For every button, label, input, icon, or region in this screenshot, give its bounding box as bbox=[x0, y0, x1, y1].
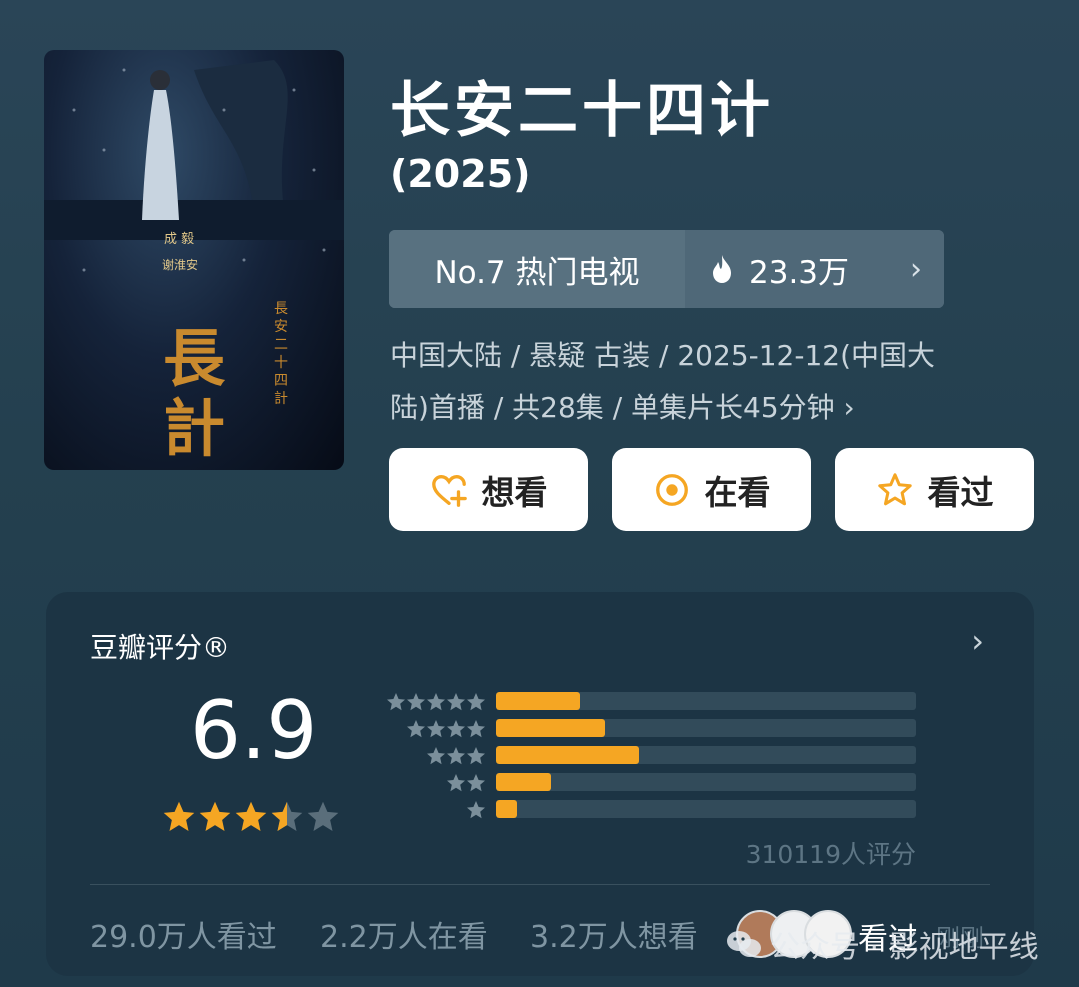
meta-line-2: 陆)首播 / 共28集 / 单集片长45分钟 › bbox=[390, 391, 855, 424]
poster-role: 谢淮安 bbox=[162, 258, 199, 272]
star-icon bbox=[467, 747, 485, 765]
watched-label: 看过 bbox=[927, 472, 994, 512]
heat-value: 23.3万 bbox=[749, 254, 850, 291]
distribution-bar-1 bbox=[496, 800, 517, 818]
star-icon bbox=[407, 720, 425, 738]
distribution-track bbox=[496, 746, 916, 764]
svg-text:計: 計 bbox=[163, 392, 225, 465]
watching-label: 在看 bbox=[704, 472, 771, 512]
heat-section[interactable]: 23.3万 › bbox=[685, 230, 944, 308]
distribution-stars bbox=[446, 773, 486, 793]
watching-count[interactable]: 2.2万人在看 bbox=[320, 912, 488, 956]
star-icon bbox=[447, 693, 465, 711]
star-icon bbox=[235, 801, 267, 831]
rating-stars bbox=[162, 800, 340, 834]
star-icon bbox=[467, 693, 485, 711]
distribution-track bbox=[496, 773, 916, 791]
distribution-row-2 bbox=[376, 773, 966, 793]
movie-meta[interactable]: 中国大陆 / 悬疑 古装 / 2025-12-12(中国大 陆)首播 / 共28… bbox=[390, 330, 1030, 434]
movie-title: 长安二十四计 bbox=[390, 76, 774, 146]
distribution-stars bbox=[466, 800, 486, 820]
distribution-track bbox=[496, 800, 916, 818]
rank-label[interactable]: No.7 热门电视 bbox=[389, 230, 685, 308]
poster-image[interactable]: 長 計 成 毅 谢淮安 長安二十四計 bbox=[44, 50, 344, 470]
rating-score: 6.9 bbox=[190, 684, 318, 777]
poster-cast: 成 毅 bbox=[164, 232, 195, 247]
distribution-bar-4 bbox=[496, 719, 606, 737]
poster-art-title: 長安二十四計 bbox=[274, 301, 288, 407]
star-icon bbox=[467, 774, 485, 792]
wechat-icon bbox=[727, 931, 761, 957]
star-icon bbox=[163, 801, 195, 831]
ranking-pill[interactable]: No.7 热门电视 23.3万 › bbox=[389, 230, 944, 308]
star-icon bbox=[447, 720, 465, 738]
star-icon bbox=[199, 801, 231, 831]
watermark-text: 公众号 · 影视地平线 bbox=[770, 930, 1039, 965]
star-icon bbox=[407, 693, 425, 711]
rating-heading: 豆瓣评分® bbox=[90, 631, 231, 664]
star-icon bbox=[467, 720, 485, 738]
chevron-right-icon: › bbox=[910, 251, 922, 287]
distribution-row-4 bbox=[376, 719, 966, 739]
distribution-row-3 bbox=[376, 746, 966, 766]
divider bbox=[90, 884, 990, 885]
star-icon bbox=[427, 747, 445, 765]
flame-icon bbox=[713, 255, 731, 283]
distribution-stars bbox=[406, 719, 486, 739]
star-icon bbox=[447, 747, 465, 765]
star-icon bbox=[307, 801, 339, 831]
star-icon bbox=[447, 774, 465, 792]
chevron-right-icon[interactable]: › bbox=[971, 622, 984, 660]
star-icon bbox=[427, 720, 445, 738]
heart-plus-icon bbox=[431, 474, 467, 507]
watching-button[interactable]: 在看 bbox=[612, 448, 811, 531]
distribution-stars bbox=[386, 692, 486, 712]
distribution-row-5 bbox=[376, 692, 966, 712]
meta-line-1: 中国大陆 / 悬疑 古装 / 2025-12-12(中国大 bbox=[390, 339, 936, 372]
target-circle-icon bbox=[655, 473, 688, 506]
star-outline-icon bbox=[877, 472, 912, 505]
watched-count[interactable]: 29.0万人看过 bbox=[90, 912, 277, 956]
watermark: 公众号 · 影视地平线 bbox=[726, 922, 1039, 966]
star-icon bbox=[271, 801, 303, 831]
distribution-row-1 bbox=[376, 800, 966, 820]
distribution-bar-2 bbox=[496, 773, 551, 791]
want-to-watch-button[interactable]: 想看 bbox=[389, 448, 588, 531]
star-icon bbox=[427, 693, 445, 711]
svg-text:長: 長 bbox=[163, 322, 226, 395]
star-icon bbox=[467, 801, 485, 819]
star-icon bbox=[387, 693, 405, 711]
movie-year: (2025) bbox=[390, 152, 531, 196]
distribution-track bbox=[496, 719, 916, 737]
distribution-bar-5 bbox=[496, 692, 580, 710]
rating-count: 310119人评分 bbox=[745, 840, 916, 869]
want-to-watch-label: 想看 bbox=[481, 472, 548, 512]
rating-card[interactable]: 豆瓣评分® › 6.9 310119人评分 29.0万人看过 2.2万人在看 3… bbox=[46, 592, 1034, 976]
distribution-track bbox=[496, 692, 916, 710]
distribution-stars bbox=[426, 746, 486, 766]
distribution-bar-3 bbox=[496, 746, 639, 764]
want-count[interactable]: 3.2万人想看 bbox=[530, 912, 698, 956]
watched-button[interactable]: 看过 bbox=[835, 448, 1034, 531]
